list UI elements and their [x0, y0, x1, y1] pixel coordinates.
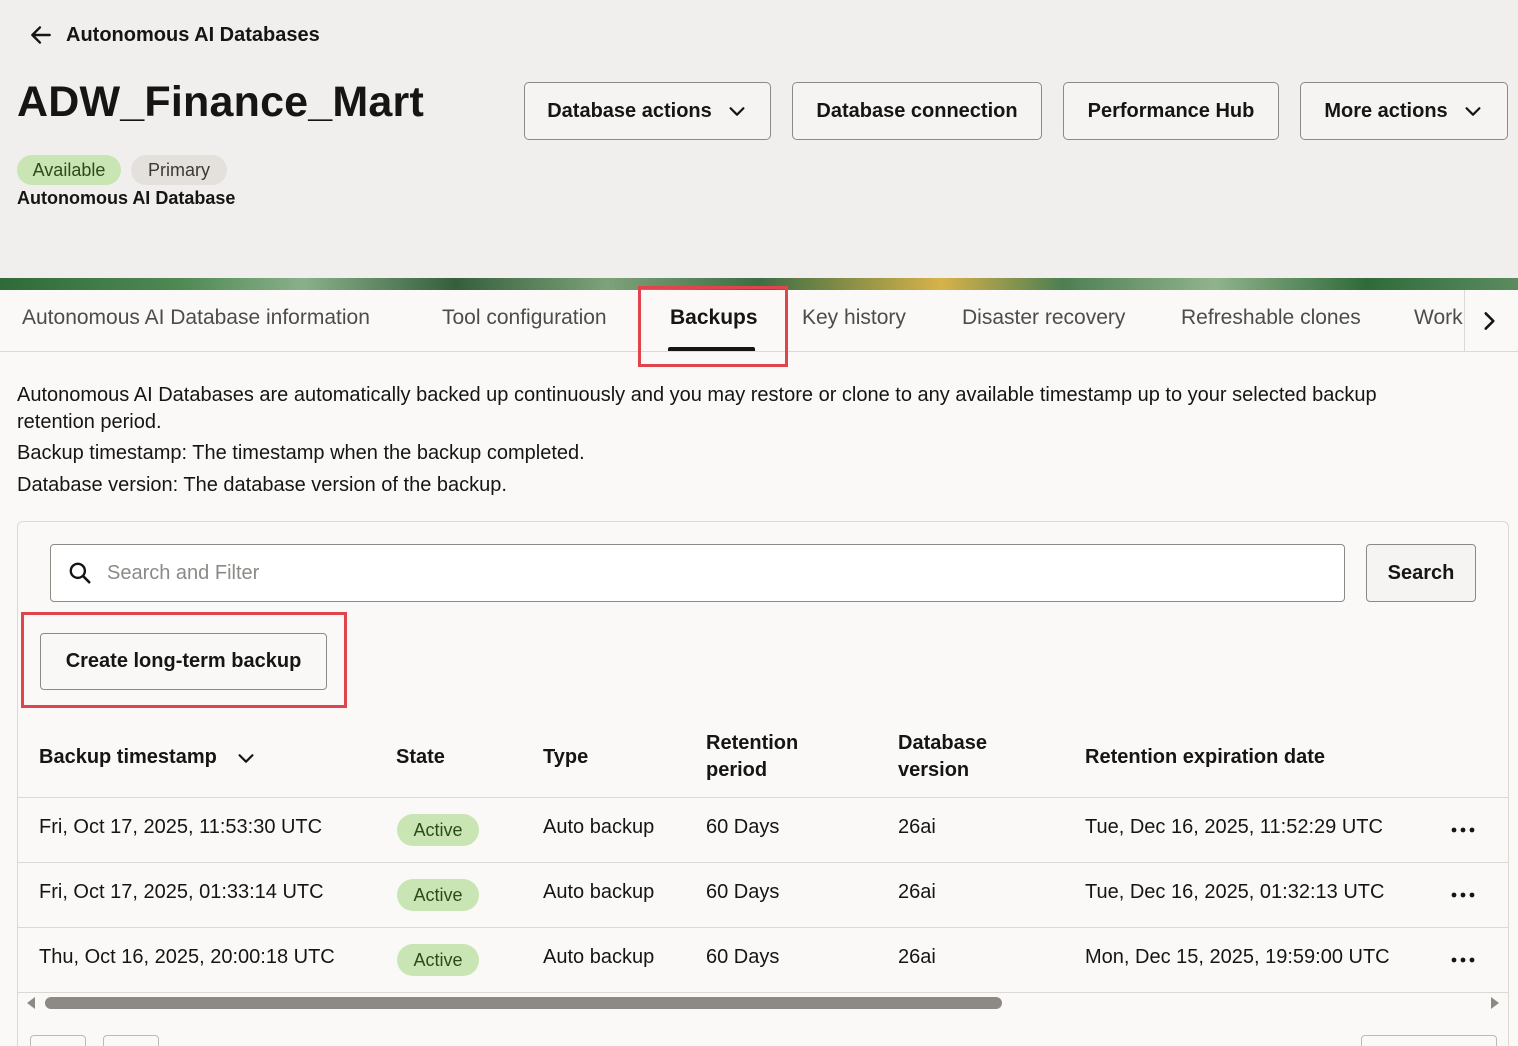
- table-row: Fri, Oct 17, 2025, 11:53:30 UTC Active A…: [18, 798, 1508, 863]
- tab-bar: Autonomous AI Database information Tool …: [0, 290, 1518, 352]
- backup-timestamp-cell: Thu, Oct 16, 2025, 20:00:18 UTC: [39, 946, 335, 968]
- chevron-right-icon[interactable]: [1476, 308, 1502, 334]
- expiration-cell: Mon, Dec 15, 2025, 19:59:00 UTC: [1085, 946, 1390, 968]
- search-input[interactable]: [107, 561, 1307, 585]
- database-connection-button[interactable]: Database connection: [792, 82, 1042, 140]
- status-badge-available: Available: [17, 155, 121, 185]
- scroll-left-icon[interactable]: [24, 996, 38, 1010]
- more-actions-button[interactable]: More actions: [1300, 82, 1508, 140]
- backup-description-line1: Autonomous AI Databases are automaticall…: [17, 384, 1377, 406]
- search-icon: [69, 562, 91, 584]
- more-horizontal-icon[interactable]: [1448, 950, 1478, 970]
- column-header-backup-timestamp[interactable]: Backup timestamp: [39, 744, 257, 771]
- performance-hub-button[interactable]: Performance Hub: [1063, 82, 1279, 140]
- column-header-expiration: Retention expiration date: [1085, 746, 1326, 768]
- back-link-label: Autonomous AI Databases: [66, 23, 320, 46]
- performance-hub-label: Performance Hub: [1087, 99, 1255, 122]
- column-header-backup-timestamp-label: Backup timestamp: [39, 746, 217, 768]
- column-header-state: State: [396, 746, 445, 768]
- version-cell: 26ai: [898, 881, 936, 903]
- table-row: Fri, Oct 17, 2025, 01:33:14 UTC Active A…: [18, 863, 1508, 928]
- chevron-down-icon: [1465, 107, 1481, 116]
- column-header-retention-line1: Retention: [706, 732, 799, 754]
- more-actions-label: More actions: [1324, 99, 1448, 122]
- retention-cell: 60 Days: [706, 946, 780, 968]
- tab-refreshable-clones[interactable]: Refreshable clones: [1181, 306, 1361, 330]
- retention-cell: 60 Days: [706, 816, 780, 838]
- database-actions-label: Database actions: [547, 99, 712, 122]
- retention-cell: 60 Days: [706, 881, 780, 903]
- tab-disaster-recovery[interactable]: Disaster recovery: [962, 306, 1125, 330]
- backups-panel: Search Create long-term backup Backup ti…: [17, 521, 1509, 1046]
- tab-database-information[interactable]: Autonomous AI Database information: [22, 306, 370, 330]
- expiration-cell: Tue, Dec 16, 2025, 11:52:29 UTC: [1085, 816, 1383, 838]
- column-header-type: Type: [543, 746, 589, 768]
- type-cell: Auto backup: [543, 946, 655, 968]
- chevron-down-icon: [238, 753, 254, 763]
- search-button[interactable]: Search: [1366, 544, 1476, 602]
- backup-timestamp-description: Backup timestamp: The timestamp when the…: [17, 442, 585, 464]
- database-connection-label: Database connection: [816, 99, 1018, 122]
- backup-description-line1-cont: retention period.: [17, 411, 162, 433]
- table-row: Thu, Oct 16, 2025, 20:00:18 UTC Active A…: [18, 928, 1508, 993]
- decorative-banner: [0, 278, 1518, 290]
- backup-timestamp-cell: Fri, Oct 17, 2025, 11:53:30 UTC: [39, 816, 323, 838]
- column-header-version-line2: version: [898, 759, 970, 781]
- back-link[interactable]: Autonomous AI Databases: [28, 22, 320, 48]
- more-horizontal-icon[interactable]: [1448, 820, 1478, 840]
- chevron-down-icon: [729, 107, 745, 116]
- more-horizontal-icon[interactable]: [1448, 885, 1478, 905]
- database-version-description: Database version: The database version o…: [17, 474, 507, 496]
- backup-timestamp-cell: Fri, Oct 17, 2025, 01:33:14 UTC: [39, 881, 324, 903]
- table-horizontal-scrollbar[interactable]: [18, 992, 1508, 1014]
- state-badge: Active: [397, 814, 479, 846]
- resource-type-label: Autonomous AI Database: [17, 188, 236, 208]
- search-field[interactable]: [50, 544, 1345, 602]
- type-cell: Auto backup: [543, 816, 655, 838]
- tab-key-history[interactable]: Key history: [802, 306, 906, 330]
- state-badge: Active: [397, 944, 479, 976]
- scrollbar-thumb[interactable]: [45, 997, 1002, 1009]
- state-badge: Active: [397, 879, 479, 911]
- scroll-right-icon[interactable]: [1488, 996, 1502, 1010]
- active-tab-indicator: [668, 347, 755, 351]
- create-long-term-backup-button[interactable]: Create long-term backup: [40, 633, 327, 690]
- column-header-retention-line2: period: [706, 759, 768, 781]
- arrow-left-icon: [31, 26, 51, 44]
- page-size-select[interactable]: [1361, 1035, 1497, 1046]
- column-header-version-line1: Database: [898, 732, 987, 754]
- database-actions-button[interactable]: Database actions: [524, 82, 771, 140]
- pagination-control[interactable]: [30, 1035, 86, 1046]
- version-cell: 26ai: [898, 946, 936, 968]
- pagination-control[interactable]: [103, 1035, 159, 1046]
- type-cell: Auto backup: [543, 881, 655, 903]
- tab-tool-configuration[interactable]: Tool configuration: [442, 306, 607, 330]
- expiration-cell: Tue, Dec 16, 2025, 01:32:13 UTC: [1085, 881, 1385, 903]
- role-badge-primary: Primary: [131, 155, 227, 185]
- tab-work[interactable]: Work: [1414, 306, 1463, 330]
- page-title: ADW_Finance_Mart: [17, 78, 424, 126]
- version-cell: 26ai: [898, 816, 936, 838]
- tab-backups[interactable]: Backups: [670, 306, 758, 330]
- page-header: Autonomous AI Databases ADW_Finance_Mart…: [0, 0, 1518, 278]
